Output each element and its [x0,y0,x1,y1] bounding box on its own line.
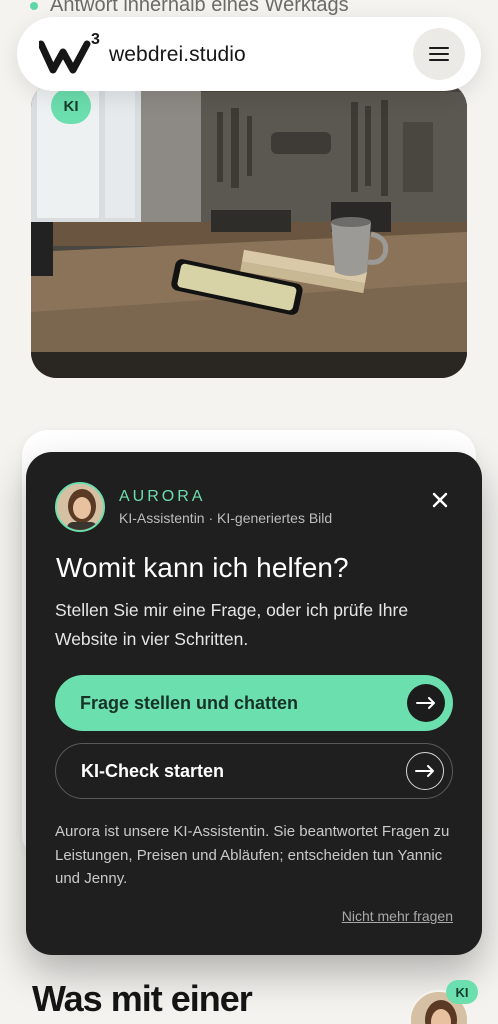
arrow-right-icon [407,684,445,722]
assistant-disclaimer: Aurora ist unsere KI-Assistentin. Sie be… [55,823,450,887]
arrow-right-icon [406,752,444,790]
brand-name: webdrei.studio [109,43,246,66]
logo-superscript: 3 [91,32,100,48]
launcher-ki-badge: KI [446,980,478,1004]
webdrei-logo: 3 [39,32,100,74]
ki-check-button-label: KI-Check starten [81,760,225,781]
chat-button-label: Frage stellen und chatten [80,692,299,713]
menu-button[interactable] [413,28,465,80]
dont-ask-again-link[interactable]: Nicht mehr fragen [342,908,453,924]
hamburger-icon [429,47,449,61]
ki-check-button[interactable]: KI-Check starten [55,743,453,799]
close-icon [432,492,448,508]
assistant-name: AURORA [119,488,206,505]
response-time-text: Antwort innerhalb eines Werktags [50,0,349,16]
hero-image [31,82,467,378]
response-time-note: Antwort innerhalb eines Werktags [30,0,349,17]
chat-button[interactable]: Frage stellen und chatten [55,675,453,731]
assistant-subtitle: KI-Assistentin · KI-generiertes Bild [119,510,333,526]
popup-title: Womit kann ich helfen? [56,552,349,583]
popup-intro: Stellen Sie mir eine Frage, oder ich prü… [55,600,409,649]
avatar-portrait [57,484,103,530]
bullet-dot-icon [30,1,38,10]
close-button[interactable] [426,486,454,514]
brand-link[interactable]: 3 webdrei.studio [39,32,246,76]
workshop-desk-image [31,82,467,378]
ki-badge: KI [51,88,91,124]
site-header: 3 webdrei.studio [17,17,481,91]
assistant-header: AURORA KI-Assistentin · KI-generiertes B… [55,482,332,532]
page: Antwort innerhalb eines Werktags 3 webdr… [0,0,498,1024]
section-heading: Was mit einer [32,978,253,1019]
assistant-avatar [55,482,105,532]
assistant-popup: AURORA KI-Assistentin · KI-generiertes B… [26,452,482,955]
